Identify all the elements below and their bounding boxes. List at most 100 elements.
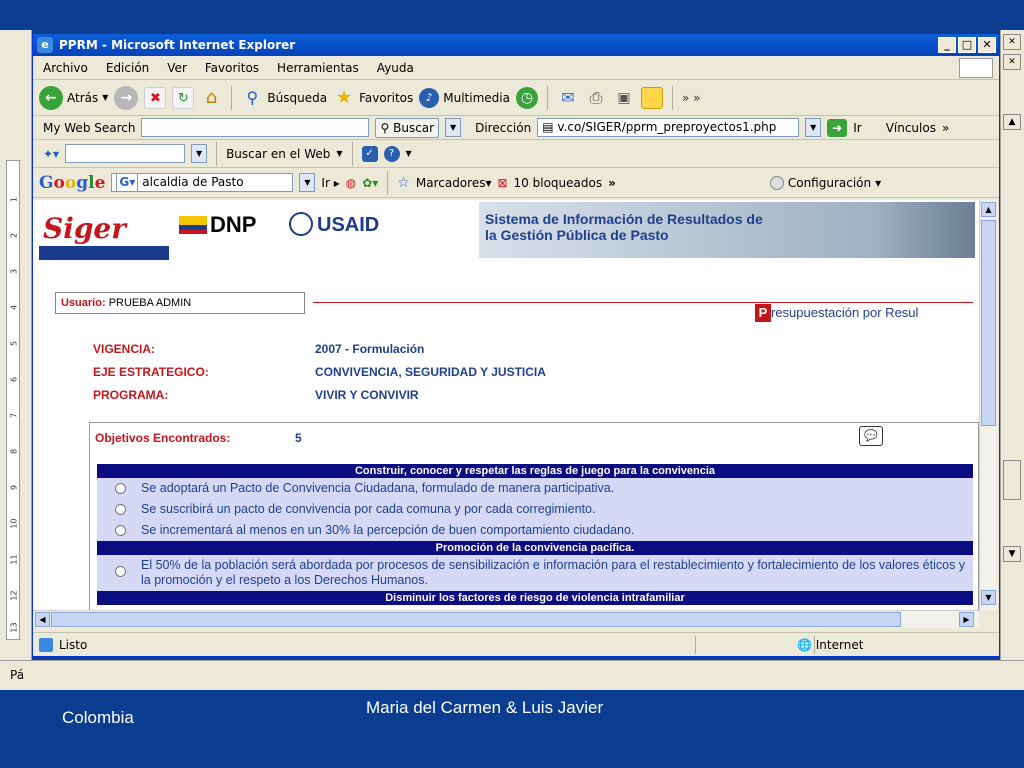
scroll-thumb[interactable] — [981, 220, 996, 426]
presup-initial: P — [755, 304, 771, 322]
toolbar-search-input[interactable] — [65, 144, 186, 163]
go-arrow-icon[interactable]: ➜ — [827, 118, 848, 137]
ruler-number: 12 — [9, 590, 19, 601]
more-chevron-icon[interactable]: » — [942, 121, 949, 135]
minimize-icon[interactable]: _ — [938, 37, 956, 53]
help-icon[interactable]: ? — [383, 145, 400, 162]
go-label[interactable]: Ir — [853, 121, 861, 135]
search-toolbar-icon[interactable]: ✦▾ — [43, 147, 59, 161]
more-chevron-icon[interactable]: » » — [682, 91, 701, 105]
buscar-label: Buscar — [393, 120, 435, 135]
buscar-en-web-label[interactable]: Buscar en el Web — [226, 147, 330, 161]
zone-label: Internet — [815, 638, 864, 652]
folder-icon[interactable] — [640, 86, 663, 109]
mail-icon[interactable]: ✉ — [557, 87, 579, 109]
address-input[interactable]: ▤ v.co/SIGER/pprm_preproyectos1.php — [537, 118, 800, 137]
chevron-down-icon[interactable]: ▼ — [336, 149, 342, 158]
back-arrow-icon: ← — [39, 85, 63, 110]
menu-herramientas[interactable]: Herramientas — [277, 56, 359, 79]
objective-text: Se suscribirá un pacto de convivencia po… — [141, 502, 596, 516]
objective-row[interactable]: El 50% de la población será abordada por… — [97, 555, 973, 591]
chevron-down-icon[interactable]: ▼ — [445, 118, 462, 137]
menu-ayuda[interactable]: Ayuda — [377, 56, 414, 79]
multimedia-button[interactable]: ♪ Multimedia — [419, 87, 510, 108]
siger-logo-text: Siger — [43, 212, 127, 245]
close-icon[interactable]: ✕ — [1003, 34, 1021, 50]
checkbox-icon[interactable]: ✓ — [361, 145, 378, 162]
close-icon[interactable]: ✕ — [1003, 54, 1021, 70]
chevron-down-icon[interactable]: ▼ — [299, 173, 316, 192]
scroll-thumb[interactable] — [51, 612, 901, 627]
chevron-down-icon[interactable]: ▼ — [805, 118, 822, 137]
links-label[interactable]: Vínculos — [886, 121, 936, 135]
marcadores-menu[interactable]: Marcadores▾ — [416, 176, 492, 190]
google-g-icon: G▾ — [116, 173, 139, 192]
address-toolbar: My Web Search ⚲ Buscar ▼ Dirección ▤ v.c… — [33, 116, 999, 140]
scroll-up-icon[interactable]: ▲ — [1003, 114, 1021, 130]
edit-icon[interactable]: ▣ — [613, 87, 635, 109]
chevron-down-icon[interactable]: ▼ — [191, 144, 208, 163]
radio-button[interactable] — [115, 504, 126, 515]
configuracion-button[interactable]: Configuración ▾ — [769, 175, 881, 190]
separator — [671, 85, 673, 110]
chevron-down-icon[interactable]: ▼ — [406, 149, 412, 158]
menu-edicion[interactable]: Edición — [106, 56, 149, 79]
objective-group-header: Construir, conocer y respetar las reglas… — [97, 464, 973, 478]
page-horizontal-scrollbar[interactable]: ◀ ▶ — [33, 610, 979, 628]
favorites-button[interactable]: ★ Favoritos — [333, 87, 413, 109]
ie-window: e PPRM - Microsoft Internet Explorer _ □… — [32, 33, 1000, 657]
status-text: Listo — [59, 638, 88, 652]
maximize-icon[interactable]: □ — [958, 37, 976, 53]
pagerank-icon[interactable]: ◍ — [346, 176, 356, 190]
scroll-left-icon[interactable]: ◀ — [35, 612, 50, 627]
presupuestacion-title: Presupuestación por Resul — [755, 304, 918, 322]
window-buttons: _ □ ✕ — [938, 37, 996, 53]
word-status-bar: Pá — [0, 660, 1024, 690]
print-icon[interactable]: ⎙ — [585, 87, 607, 109]
presup-rest: resupuestación por Resul — [771, 305, 919, 320]
search-button[interactable]: ⚲ Búsqueda — [241, 87, 328, 109]
marcadores-label: Marcadores — [415, 175, 486, 190]
menu-archivo[interactable]: Archivo — [43, 56, 88, 79]
radio-button[interactable] — [115, 525, 126, 536]
google-search-input[interactable]: G▾ alcaldia de Pasto — [111, 173, 294, 192]
objective-row[interactable]: Se suscribirá un pacto de convivencia po… — [97, 499, 973, 520]
colombia-flag-icon — [179, 216, 207, 234]
scroll-down-icon[interactable]: ▼ — [981, 590, 996, 605]
radio-button[interactable] — [115, 566, 126, 577]
scroll-thumb[interactable] — [1003, 460, 1021, 500]
radio-button[interactable] — [115, 483, 126, 494]
programa-value: VIVIR Y CONVIVIR — [315, 388, 419, 402]
close-icon[interactable]: ✕ — [978, 37, 996, 53]
separator — [387, 170, 389, 195]
objetivos-list: Construir, conocer y respetar las reglas… — [97, 464, 973, 605]
back-button[interactable]: ← Atrás ▼ — [39, 85, 108, 110]
menu-ver[interactable]: Ver — [167, 56, 187, 79]
buscar-button[interactable]: ⚲ Buscar — [375, 117, 440, 138]
system-title-banner: Sistema de Información de Resultados de … — [479, 202, 975, 258]
scroll-down-icon[interactable]: ▼ — [1003, 546, 1021, 562]
scroll-up-icon[interactable]: ▲ — [981, 202, 996, 217]
more-chevron-icon[interactable]: » — [608, 176, 616, 190]
web-search-input[interactable] — [141, 118, 370, 137]
bloqueados-label[interactable]: 10 bloqueados — [514, 176, 603, 190]
options-icon[interactable]: ✿▾ — [362, 176, 378, 190]
objective-row[interactable]: Se adoptará un Pacto de Convivencia Ciud… — [97, 478, 973, 499]
system-title-line-2: la Gestión Pública de Pasto — [485, 227, 669, 243]
ruler-number: 11 — [9, 554, 19, 565]
scroll-right-icon[interactable]: ▶ — [959, 612, 974, 627]
stop-icon[interactable]: ✖ — [144, 86, 167, 109]
google-ir-button[interactable]: Ir ▸ — [321, 176, 339, 190]
page-vertical-scrollbar[interactable]: ▲ ▼ — [979, 200, 997, 610]
menu-favoritos[interactable]: Favoritos — [205, 56, 259, 79]
search-toolbar: ✦▾ ▼ Buscar en el Web ▼ ✓ ? ▼ — [33, 140, 999, 168]
favorites-label: Favoritos — [359, 90, 414, 105]
forward-arrow-icon[interactable]: → — [114, 85, 139, 110]
system-title-line-1: Sistema de Información de Resultados de — [485, 211, 763, 227]
home-icon[interactable]: ⌂ — [200, 87, 222, 109]
usaid-seal-icon — [289, 212, 313, 236]
refresh-icon[interactable]: ↻ — [172, 86, 195, 109]
objective-row[interactable]: Se incrementará al menos en un 30% la pe… — [97, 520, 973, 541]
comment-icon[interactable]: 💬 — [859, 426, 883, 446]
history-icon[interactable]: ◷ — [515, 86, 538, 109]
